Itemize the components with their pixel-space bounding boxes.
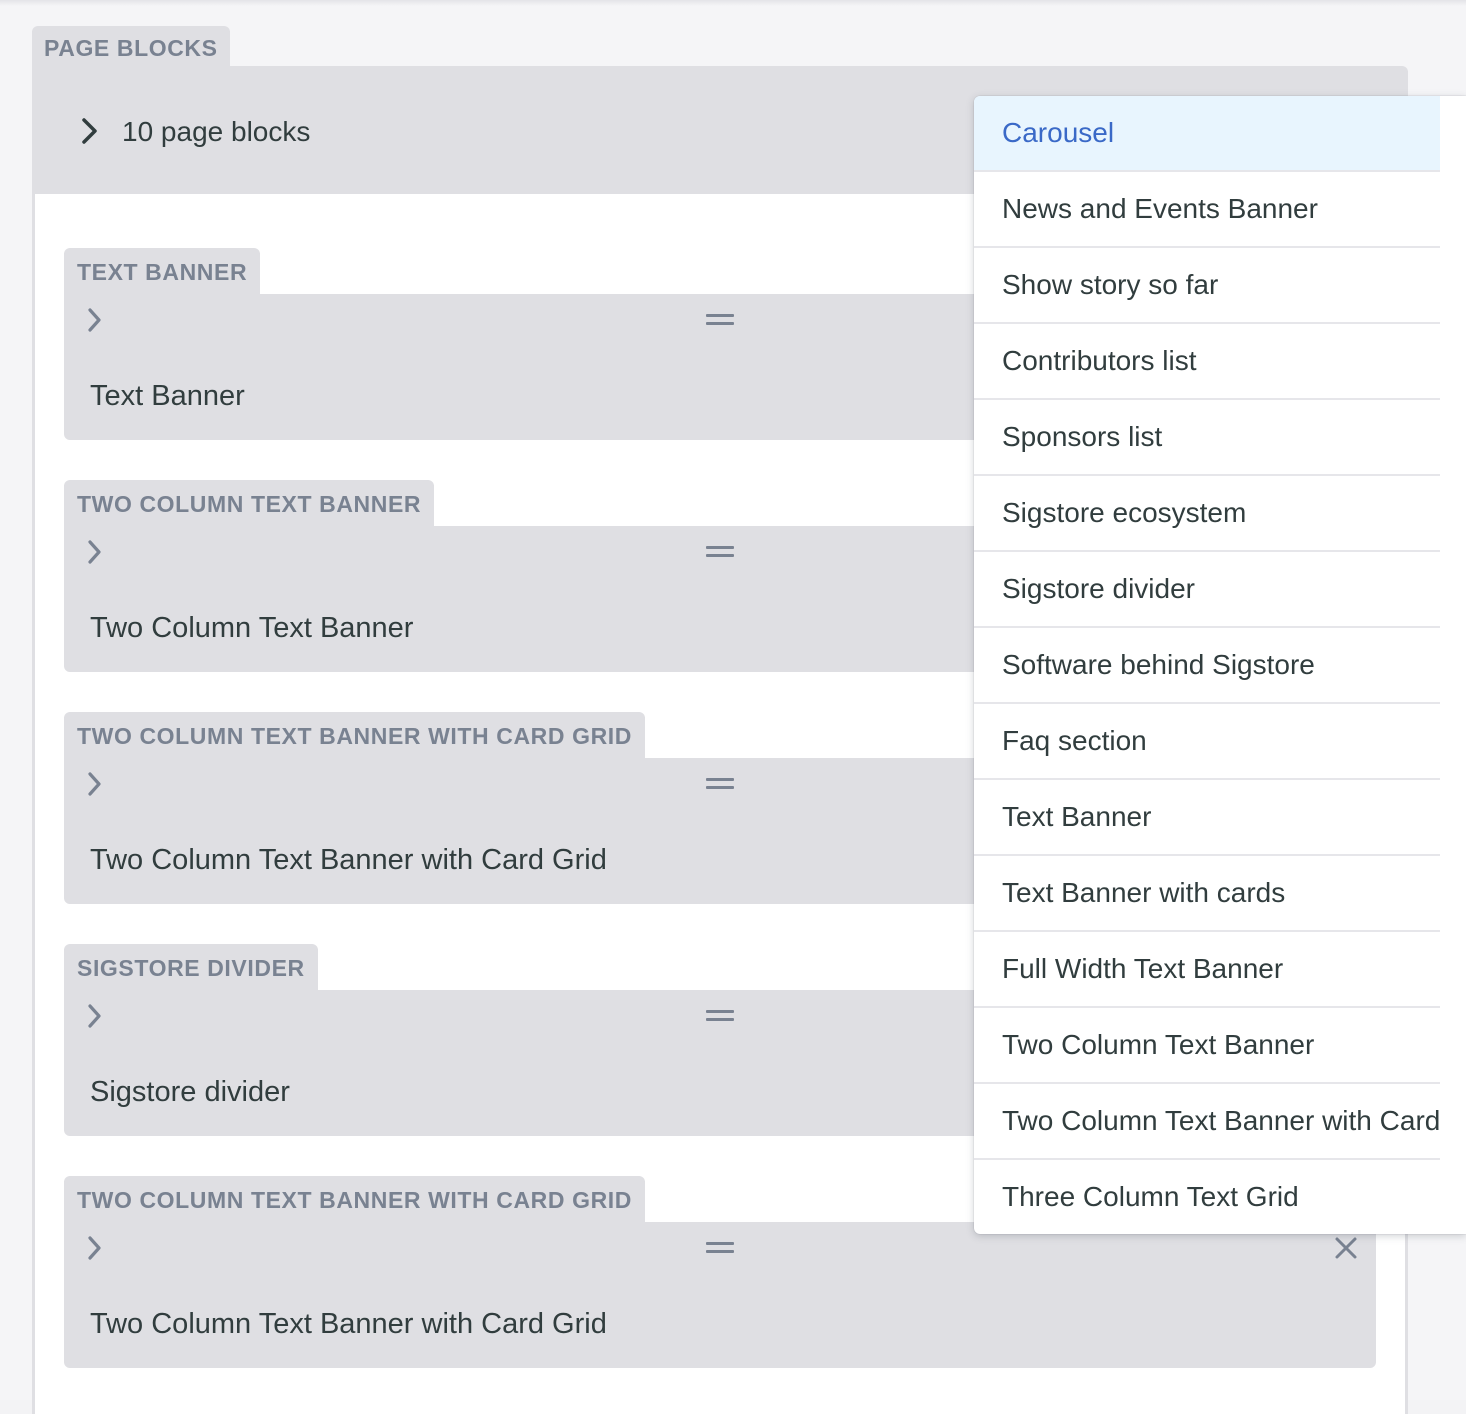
dropdown-item[interactable]: News and Events Banner <box>974 172 1440 248</box>
dropdown-item[interactable]: Text Banner <box>974 780 1440 856</box>
top-shade <box>0 0 1466 6</box>
chevron-right-icon[interactable] <box>84 1002 104 1030</box>
dropdown-item[interactable]: Software behind Sigstore <box>974 628 1440 704</box>
close-icon[interactable] <box>1332 1234 1360 1262</box>
drag-handle-icon[interactable] <box>706 314 734 326</box>
chevron-right-icon[interactable] <box>76 116 102 146</box>
block-type-label: TWO COLUMN TEXT BANNER <box>64 480 435 526</box>
block-title: Two Column Text Banner <box>90 612 414 644</box>
dropdown-item[interactable]: Full Width Text Banner <box>974 932 1440 1008</box>
dropdown-item[interactable]: Two Column Text Banner with Card Grid <box>974 1084 1440 1160</box>
list-count-label: 10 page blocks <box>122 116 311 147</box>
drag-handle-icon[interactable] <box>706 778 734 790</box>
block-title: Two Column Text Banner with Card Grid <box>90 844 607 876</box>
dropdown-item[interactable]: Two Column Text Banner <box>974 1008 1440 1084</box>
add-block-dropdown: Carousel News and Events Banner Show story… <box>974 96 1466 1234</box>
chevron-right-icon[interactable] <box>84 770 104 798</box>
dropdown-item[interactable]: Three Column Text Grid <box>974 1160 1440 1234</box>
dropdown-item[interactable]: Show story so far <box>974 248 1440 324</box>
block-type-label: SIGSTORE DIVIDER <box>64 944 318 990</box>
dropdown-item[interactable]: Sigstore ecosystem <box>974 476 1440 552</box>
dropdown-item[interactable]: Contributors list <box>974 324 1440 400</box>
block-title: Sigstore divider <box>90 1076 290 1108</box>
dropdown-item[interactable]: Sigstore divider <box>974 552 1440 628</box>
block-type-label: TWO COLUMN TEXT BANNER WITH CARD GRID <box>64 712 645 758</box>
block-title: Two Column Text Banner with Card Grid <box>90 1308 607 1340</box>
dropdown-item[interactable]: Carousel <box>974 96 1440 172</box>
field-label: PAGE BLOCKS <box>32 26 230 70</box>
dropdown-item[interactable]: Sponsors list <box>974 400 1440 476</box>
drag-handle-icon[interactable] <box>706 1242 734 1254</box>
block-type-label: TWO COLUMN TEXT BANNER WITH CARD GRID <box>64 1176 645 1222</box>
chevron-right-icon[interactable] <box>84 538 104 566</box>
block-card[interactable]: Two Column Text Banner with Card Grid <box>64 1222 1376 1368</box>
chevron-right-icon[interactable] <box>84 1234 104 1262</box>
block-type-label: TEXT BANNER <box>64 248 261 294</box>
chevron-right-icon[interactable] <box>84 306 104 334</box>
drag-handle-icon[interactable] <box>706 1010 734 1022</box>
page: PAGE BLOCKS 10 page blocks TEXT BANNER Te… <box>0 0 1466 1414</box>
drag-handle-icon[interactable] <box>706 546 734 558</box>
dropdown-item[interactable]: Faq section <box>974 704 1440 780</box>
dropdown-item[interactable]: Text Banner with cards <box>974 856 1440 932</box>
block-title: Text Banner <box>90 380 245 412</box>
